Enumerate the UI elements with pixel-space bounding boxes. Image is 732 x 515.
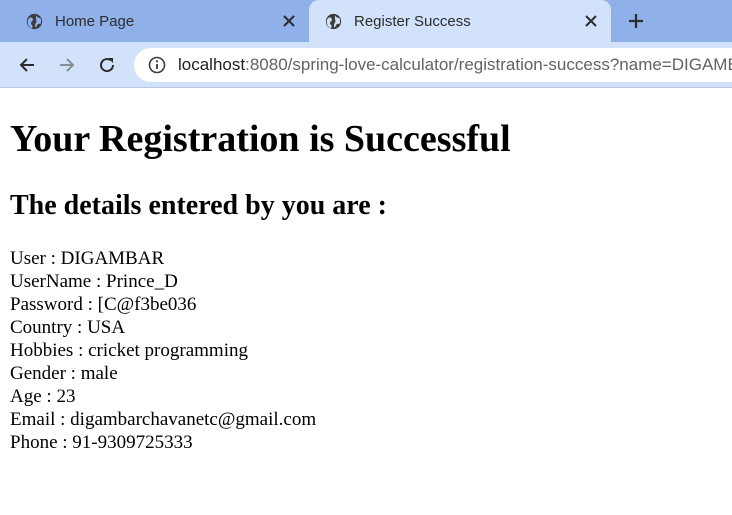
detail-value: USA — [87, 317, 126, 338]
close-icon[interactable] — [579, 9, 603, 33]
detail-gender: Gender : male — [10, 363, 118, 384]
tab-register-success[interactable]: Register Success — [309, 0, 611, 42]
address-bar[interactable]: localhost:8080/spring-love-calculator/re… — [134, 48, 732, 82]
browser-toolbar: localhost:8080/spring-love-calculator/re… — [0, 42, 732, 87]
detail-label: Gender — [10, 363, 66, 384]
detail-username: UserName : Prince_D — [10, 271, 178, 292]
detail-value: [C@f3be036 — [97, 294, 197, 315]
page-subtitle: The details entered by you are : — [10, 190, 387, 221]
new-tab-button[interactable] — [622, 9, 650, 33]
detail-label: Phone — [10, 432, 58, 453]
arrow-right-icon — [60, 58, 75, 72]
detail-label: UserName — [10, 271, 92, 292]
detail-label: User — [10, 248, 46, 269]
globe-icon — [26, 13, 43, 29]
tab-home-page[interactable]: Home Page — [0, 0, 309, 42]
arrow-left-icon — [19, 58, 34, 72]
detail-label: Age — [10, 386, 42, 407]
detail-value: 23 — [56, 386, 76, 407]
detail-age: Age : 23 — [10, 386, 76, 407]
reload-button[interactable] — [94, 52, 120, 78]
detail-label: Email — [10, 409, 56, 430]
forward-button[interactable] — [54, 52, 80, 78]
details-list: User : DIGAMBAR UserName : Prince_D Pass… — [10, 247, 316, 454]
tab-strip: Home Page Register Success — [0, 0, 732, 42]
close-icon[interactable] — [277, 9, 301, 33]
detail-label: Country — [10, 317, 73, 338]
detail-value: digambarchavanetc@gmail.com — [70, 409, 317, 430]
url-text: localhost:8080/spring-love-calculator/re… — [178, 55, 732, 75]
tab-title: Home Page — [55, 12, 135, 30]
detail-label: Hobbies — [10, 340, 74, 361]
detail-label: Password — [10, 294, 83, 315]
detail-value: cricket programming — [88, 340, 248, 361]
plus-icon — [629, 14, 643, 28]
globe-icon — [325, 13, 342, 29]
back-button[interactable] — [14, 52, 40, 78]
detail-country: Country : USA — [10, 317, 126, 338]
page-title: Your Registration is Successful — [10, 118, 511, 160]
detail-phone: Phone : 91-9309725333 — [10, 432, 193, 453]
reload-icon — [100, 58, 115, 73]
url-path: :8080/spring-love-calculator/registratio… — [245, 55, 732, 74]
detail-value: DIGAMBAR — [60, 248, 165, 269]
tab-title: Register Success — [354, 12, 471, 30]
url-host: localhost — [178, 55, 246, 74]
toolbar-divider — [0, 87, 732, 88]
detail-value: male — [80, 363, 118, 384]
detail-hobbies: Hobbies : cricket programming — [10, 340, 248, 361]
info-icon[interactable] — [148, 56, 166, 74]
detail-value: 91-9309725333 — [72, 432, 193, 453]
detail-user: User : DIGAMBAR — [10, 248, 165, 269]
detail-password: Password : [C@f3be036 — [10, 294, 197, 315]
detail-email: Email : digambarchavanetc@gmail.com — [10, 409, 317, 430]
detail-value: Prince_D — [106, 271, 178, 292]
